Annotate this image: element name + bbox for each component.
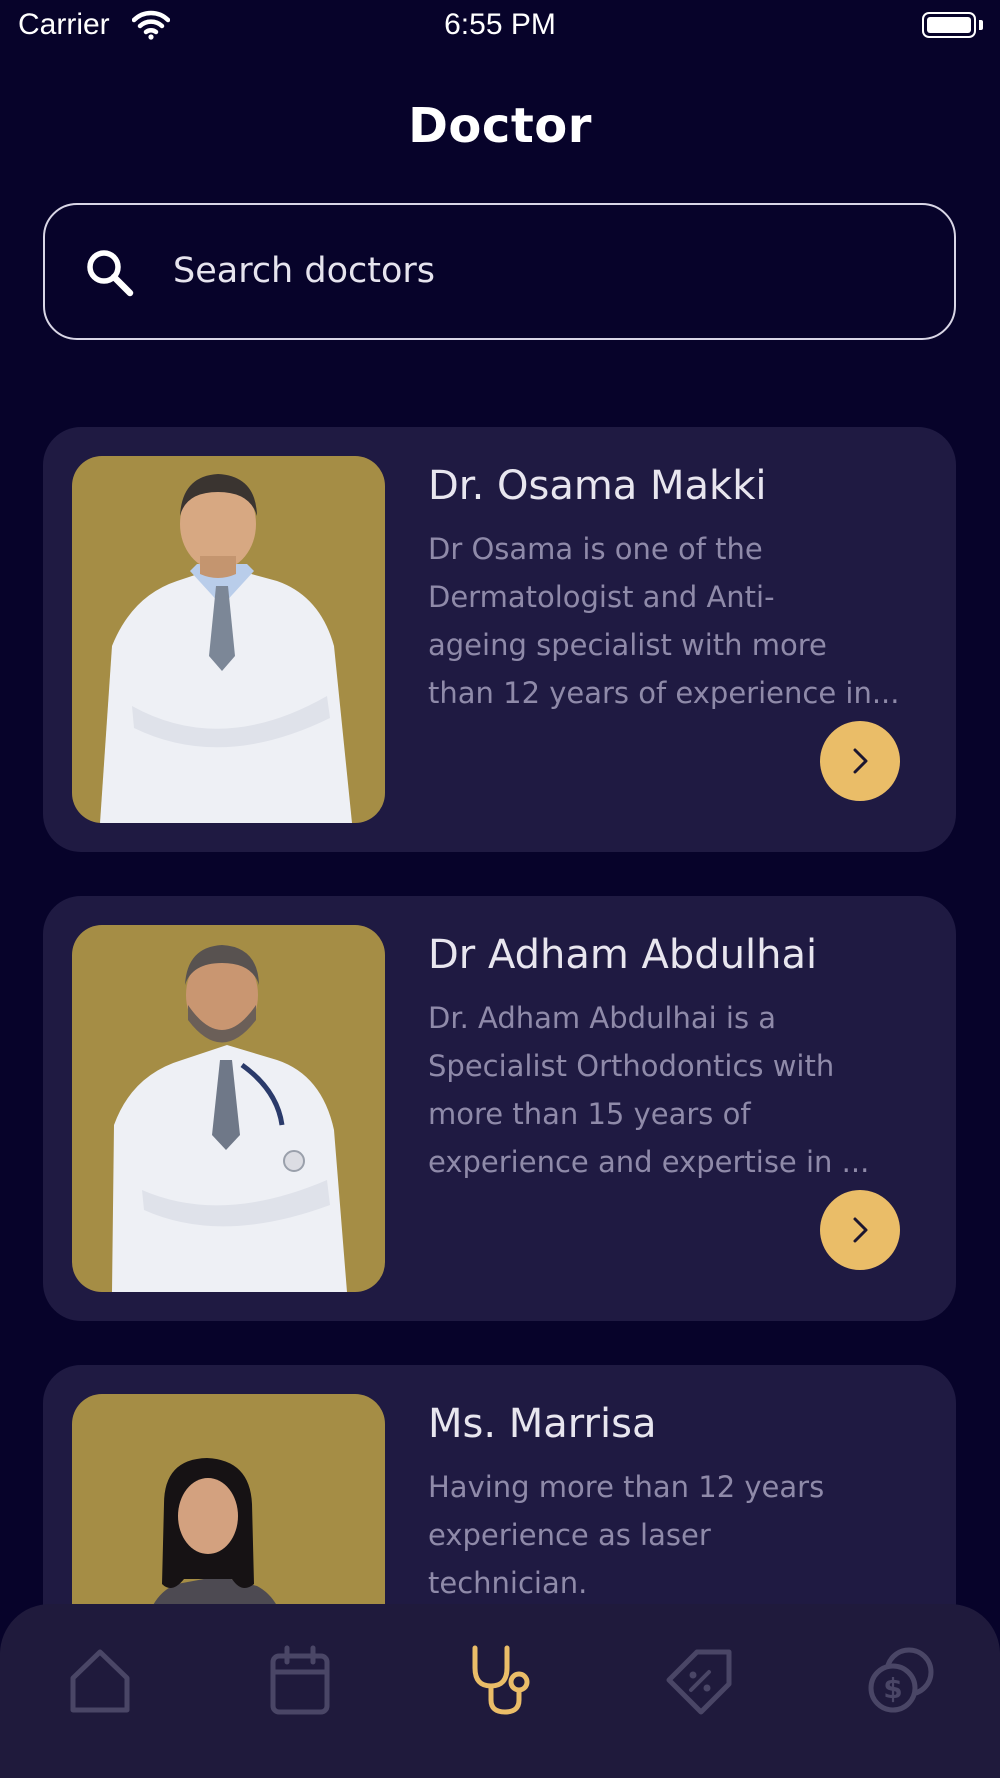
description-line: Having more than 12 years xyxy=(428,1470,825,1504)
coins-icon: $ xyxy=(868,1647,934,1713)
discount-tag-icon xyxy=(666,1649,732,1715)
calendar-icon xyxy=(270,1645,330,1715)
description-line: Dr. Adham Abdulhai is a xyxy=(428,1001,777,1035)
description-line: more than 15 years of xyxy=(428,1097,751,1131)
doctor-screen: Carrier 6:55 PM Doctor Search doctors Dr… xyxy=(0,0,1000,1778)
battery-cap xyxy=(979,20,983,30)
clock: 6:55 PM xyxy=(444,8,556,41)
description-line: Dr Osama is one of the xyxy=(428,532,763,566)
svg-text:$: $ xyxy=(883,1672,902,1705)
doctor-card[interactable]: Dr. Osama Makki Dr Osama is one of the D… xyxy=(43,427,956,852)
status-bar: Carrier 6:55 PM xyxy=(0,0,1000,56)
doctor-name: Dr. Osama Makki xyxy=(428,463,767,509)
description-line: Specialist Orthodontics with xyxy=(428,1049,835,1083)
tab-bar: $ xyxy=(0,1604,1000,1778)
page-title: Doctor xyxy=(408,98,592,154)
description-line: technician. xyxy=(428,1566,588,1600)
home-icon xyxy=(70,1649,130,1713)
doctor-card[interactable]: Dr Adham Abdulhai Dr. Adham Abdulhai is … xyxy=(43,896,956,1321)
chevron-right-icon xyxy=(853,748,868,774)
description-line: experience and expertise in ... xyxy=(428,1145,870,1179)
chevron-right-icon xyxy=(853,1217,868,1243)
tab-wallet[interactable]: $ xyxy=(855,1644,945,1734)
doctor-name: Ms. Marrisa xyxy=(428,1401,657,1447)
search-bar[interactable] xyxy=(43,203,956,340)
battery-icon xyxy=(922,12,976,38)
description-line: than 12 years of experience in... xyxy=(428,676,900,710)
description-line: ageing specialist with more xyxy=(428,628,827,662)
search-icon xyxy=(83,246,137,304)
doctor-description: Dr. Adham Abdulhai is a Specialist Ortho… xyxy=(428,994,938,1186)
description-line: experience as laser xyxy=(428,1518,711,1552)
search-input[interactable] xyxy=(171,235,875,307)
doctor-name: Dr Adham Abdulhai xyxy=(428,932,818,978)
doctor-photo xyxy=(72,456,385,823)
tab-doctors[interactable] xyxy=(455,1644,545,1734)
doctor-photo xyxy=(72,925,385,1292)
description-line: Dermatologist and Anti- xyxy=(428,580,775,614)
open-doctor-button[interactable] xyxy=(820,1190,900,1270)
doctor-description: Dr Osama is one of the Dermatologist and… xyxy=(428,525,938,717)
tab-offers[interactable] xyxy=(655,1644,745,1734)
doctor-description: Having more than 12 years experience as … xyxy=(428,1463,938,1607)
tab-calendar[interactable] xyxy=(255,1644,345,1734)
stethoscope-icon xyxy=(472,1645,530,1715)
tab-home[interactable] xyxy=(55,1644,145,1734)
open-doctor-button[interactable] xyxy=(820,721,900,801)
